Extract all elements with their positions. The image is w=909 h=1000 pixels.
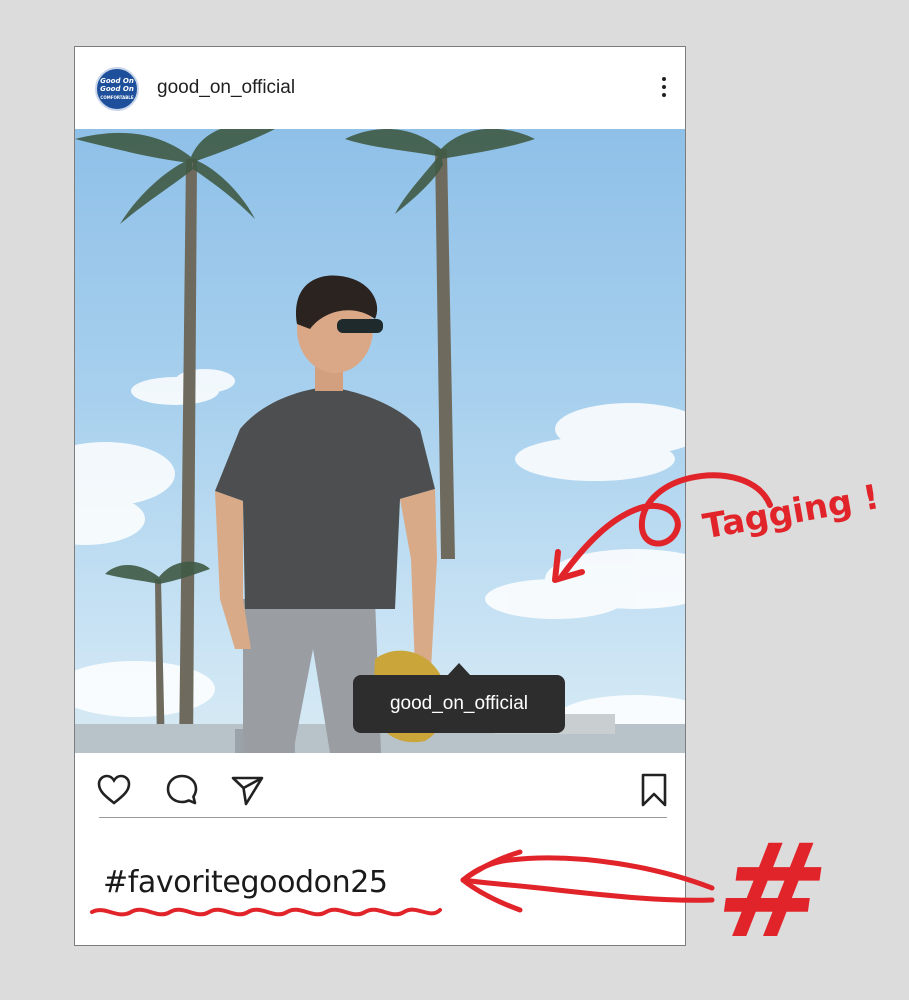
hashtag-annotation-symbol: # [707,815,838,967]
hashtag-arrow-line [460,855,715,903]
caption-squiggle-underline [90,907,442,917]
